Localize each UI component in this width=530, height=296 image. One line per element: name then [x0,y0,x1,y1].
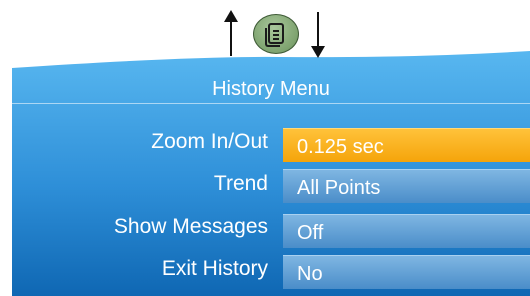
trend-value-field[interactable]: All Points [283,169,530,203]
exit-history-value-field[interactable]: No [283,255,530,289]
menu-key-button[interactable] [253,14,299,54]
zoom-label: Zoom In/Out [151,130,268,153]
exit-history-label: Exit History [161,257,268,280]
zoom-value-field[interactable]: 0.125 sec [283,128,530,162]
show-messages-value-field[interactable]: Off [283,214,530,248]
arrow-up-icon[interactable] [224,10,238,56]
arrow-down-icon[interactable] [311,12,325,58]
page-title: History Menu [212,78,330,100]
show-messages-label: Show Messages [113,215,268,238]
title-divider [12,103,530,104]
trend-label: Trend [213,172,268,195]
document-icon [265,23,284,47]
